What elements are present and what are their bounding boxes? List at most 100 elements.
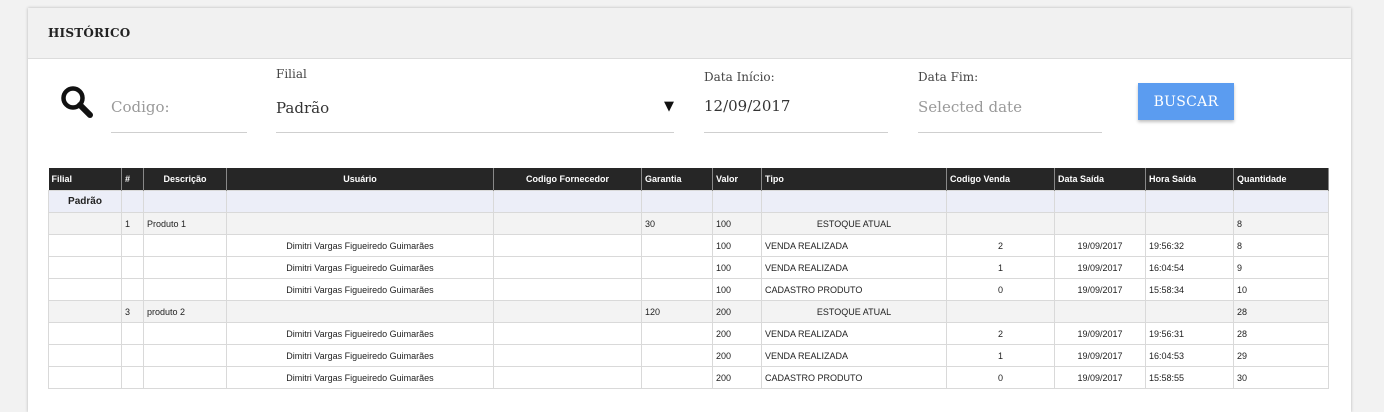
cell-garantia bbox=[641, 322, 713, 345]
table-row[interactable]: Dimitri Vargas Figueiredo Guimarães 200 VE… bbox=[48, 344, 1329, 367]
cell-quantidade: 8 bbox=[1233, 234, 1329, 257]
table-row[interactable]: 3 produto 2 120 200 ESTOQUE ATUAL 28 bbox=[48, 300, 1329, 323]
cell-fornecedor bbox=[493, 366, 642, 389]
col-tipo[interactable]: Tipo bbox=[761, 168, 947, 191]
cell-usuario: Dimitri Vargas Figueiredo Guimarães bbox=[226, 256, 494, 279]
cell-codigo-venda: 0 bbox=[946, 278, 1055, 301]
table-row[interactable]: Dimitri Vargas Figueiredo Guimarães 100 CA… bbox=[48, 278, 1329, 301]
cell-fornecedor bbox=[493, 256, 642, 279]
cell-descricao bbox=[143, 322, 227, 345]
data-fim-input[interactable]: Selected date bbox=[918, 98, 1022, 116]
cell-num: 3 bbox=[121, 300, 144, 323]
col-quantidade[interactable]: Quantidade bbox=[1233, 168, 1329, 191]
data-fim-field[interactable]: Selected date bbox=[918, 88, 1102, 133]
cell-filial bbox=[48, 344, 122, 367]
col-descricao[interactable]: Descrição bbox=[143, 168, 227, 191]
cell-valor: 100 bbox=[712, 256, 762, 279]
cell-garantia bbox=[641, 278, 713, 301]
table-row[interactable]: Dimitri Vargas Figueiredo Guimarães 100 VE… bbox=[48, 234, 1329, 257]
historico-table: Filial # Descrição Usuário Codigo Fornec… bbox=[48, 168, 1329, 389]
cell-tipo: VENDA REALIZADA bbox=[761, 256, 947, 279]
cell-num bbox=[121, 344, 144, 367]
cell-usuario bbox=[226, 212, 494, 235]
table-row[interactable]: Dimitri Vargas Figueiredo Guimarães 200 VE… bbox=[48, 322, 1329, 345]
cell-garantia bbox=[641, 366, 713, 389]
cell-descricao bbox=[143, 344, 227, 367]
cell-hora-saida bbox=[1145, 212, 1234, 235]
cell-quantidade: 8 bbox=[1233, 212, 1329, 235]
cell-usuario: Dimitri Vargas Figueiredo Guimarães bbox=[226, 234, 494, 257]
cell-hora-saida: 15:58:34 bbox=[1145, 278, 1234, 301]
table-header-row: Filial # Descrição Usuário Codigo Fornec… bbox=[48, 168, 1329, 191]
cell-descricao bbox=[143, 234, 227, 257]
cell-fornecedor bbox=[493, 278, 642, 301]
table-row[interactable]: 1 Produto 1 30 100 ESTOQUE ATUAL 8 bbox=[48, 212, 1329, 235]
table-row[interactable]: Dimitri Vargas Figueiredo Guimarães 100 VE… bbox=[48, 256, 1329, 279]
filial-select[interactable]: Padrão ▼ bbox=[276, 88, 674, 133]
data-fim-label: Data Fim: bbox=[918, 70, 979, 84]
cell-usuario bbox=[226, 300, 494, 323]
cell-valor: 100 bbox=[712, 212, 762, 235]
cell-tipo: ESTOQUE ATUAL bbox=[761, 300, 947, 323]
cell-filial bbox=[48, 366, 122, 389]
search-icon[interactable] bbox=[60, 85, 94, 119]
data-inicio-field[interactable]: 12/09/2017 bbox=[704, 88, 888, 133]
cell-usuario: Dimitri Vargas Figueiredo Guimarães bbox=[226, 366, 494, 389]
cell-garantia: 120 bbox=[641, 300, 713, 323]
col-usuario[interactable]: Usuário bbox=[226, 168, 494, 191]
cell-codigo-venda bbox=[946, 212, 1055, 235]
table-row[interactable]: Dimitri Vargas Figueiredo Guimarães 200 CA… bbox=[48, 366, 1329, 389]
cell-garantia bbox=[641, 344, 713, 367]
cell-data-saida: 19/09/2017 bbox=[1054, 234, 1146, 257]
historico-card: HISTÓRICO Codigo: Filial Padrão ▼ Data I… bbox=[28, 8, 1351, 412]
cell-usuario: Dimitri Vargas Figueiredo Guimarães bbox=[226, 278, 494, 301]
buscar-button[interactable]: BUSCAR bbox=[1138, 83, 1234, 120]
cell-tipo: CADASTRO PRODUTO bbox=[761, 278, 947, 301]
cell-tipo: VENDA REALIZADA bbox=[761, 322, 947, 345]
cell-hora-saida: 16:04:53 bbox=[1145, 344, 1234, 367]
col-data-saida[interactable]: Data Saída bbox=[1054, 168, 1146, 191]
cell-descricao: Produto 1 bbox=[143, 212, 227, 235]
group-row: Padrão bbox=[48, 190, 1329, 213]
cell-data-saida: 19/09/2017 bbox=[1054, 366, 1146, 389]
col-filial[interactable]: Filial bbox=[48, 168, 122, 191]
page-title: HISTÓRICO bbox=[48, 26, 131, 40]
cell-num bbox=[121, 322, 144, 345]
cell-garantia: 30 bbox=[641, 212, 713, 235]
cell-usuario: Dimitri Vargas Figueiredo Guimarães bbox=[226, 344, 494, 367]
cell-descricao: produto 2 bbox=[143, 300, 227, 323]
cell-garantia bbox=[641, 234, 713, 257]
cell-usuario: Dimitri Vargas Figueiredo Guimarães bbox=[226, 322, 494, 345]
col-valor[interactable]: Valor bbox=[712, 168, 762, 191]
col-hora-saida[interactable]: Hora Saída bbox=[1145, 168, 1234, 191]
cell-tipo: VENDA REALIZADA bbox=[761, 234, 947, 257]
cell-data-saida: 19/09/2017 bbox=[1054, 344, 1146, 367]
filial-label: Filial bbox=[276, 67, 307, 81]
cell-hora-saida: 19:56:32 bbox=[1145, 234, 1234, 257]
cell-tipo: CADASTRO PRODUTO bbox=[761, 366, 947, 389]
cell-valor: 200 bbox=[712, 322, 762, 345]
cell-num bbox=[121, 366, 144, 389]
cell-num bbox=[121, 256, 144, 279]
col-garantia[interactable]: Garantia bbox=[641, 168, 713, 191]
cell-data-saida bbox=[1054, 212, 1146, 235]
col-codigo-venda[interactable]: Codigo Venda bbox=[946, 168, 1055, 191]
cell-num: 1 bbox=[121, 212, 144, 235]
filial-selected-value: Padrão bbox=[276, 99, 330, 117]
cell-codigo-venda bbox=[946, 300, 1055, 323]
cell-hora-saida: 19:56:31 bbox=[1145, 322, 1234, 345]
data-inicio-input[interactable]: 12/09/2017 bbox=[704, 97, 790, 115]
codigo-field[interactable]: Codigo: bbox=[111, 88, 247, 133]
col-num[interactable]: # bbox=[121, 168, 144, 191]
cell-hora-saida bbox=[1145, 300, 1234, 323]
cell-filial bbox=[48, 322, 122, 345]
cell-fornecedor bbox=[493, 344, 642, 367]
cell-hora-saida: 15:58:55 bbox=[1145, 366, 1234, 389]
cell-data-saida: 19/09/2017 bbox=[1054, 278, 1146, 301]
cell-filial bbox=[48, 234, 122, 257]
codigo-input[interactable]: Codigo: bbox=[111, 98, 170, 116]
cell-fornecedor bbox=[493, 212, 642, 235]
cell-fornecedor bbox=[493, 322, 642, 345]
chevron-down-icon[interactable]: ▼ bbox=[664, 99, 674, 114]
col-codigo-fornecedor[interactable]: Codigo Fornecedor bbox=[493, 168, 642, 191]
